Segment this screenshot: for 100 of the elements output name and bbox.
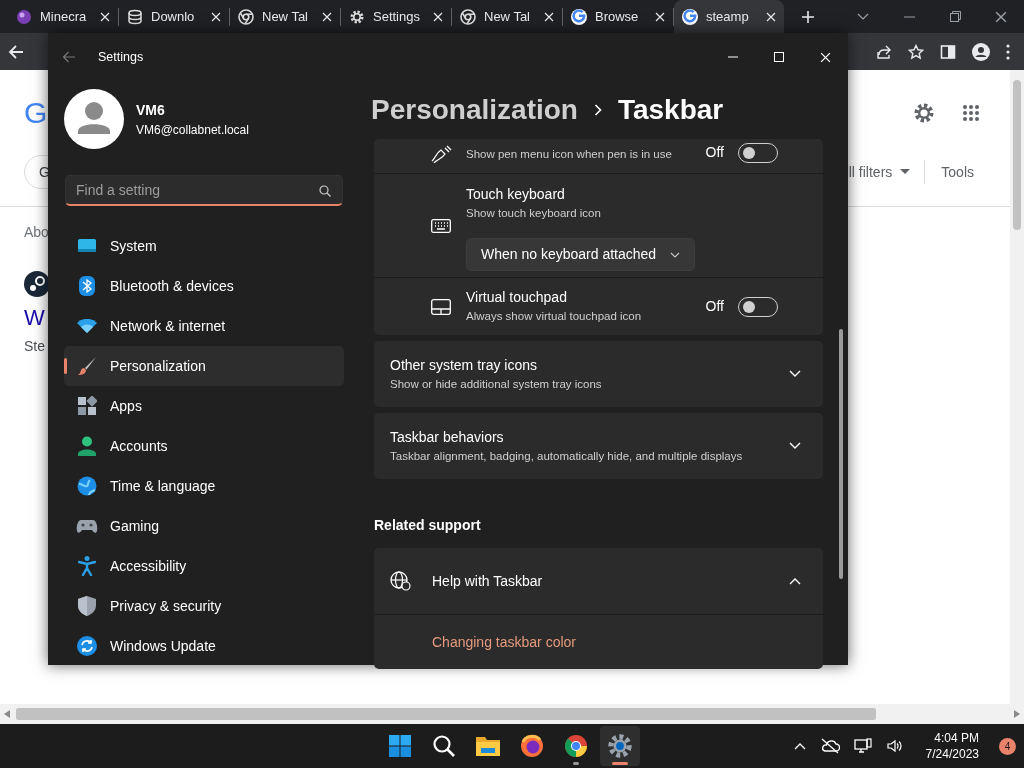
- chevron-up-icon[interactable]: [793, 742, 806, 750]
- nav-item[interactable]: Accessibility: [64, 546, 344, 586]
- browser-tab[interactable]: Settings: [341, 0, 451, 33]
- orb-icon: [16, 8, 32, 25]
- nav-item[interactable]: Privacy & security: [64, 586, 344, 626]
- globe-help-icon: [390, 571, 412, 591]
- google-icon: [571, 8, 587, 25]
- restore-icon[interactable]: [949, 11, 961, 22]
- start-icon: [388, 734, 412, 758]
- chevron-up-icon[interactable]: [789, 577, 801, 585]
- toggle-state-label: Off: [705, 143, 724, 162]
- expander-card[interactable]: Taskbar behaviors Taskbar alignment, badging, automatically hide, and multiple displays: [374, 413, 823, 479]
- share-icon[interactable]: [876, 43, 892, 60]
- toggle-state-label: Off: [705, 297, 724, 316]
- folder-icon: [475, 734, 501, 758]
- breadcrumb-link[interactable]: Personalization: [371, 89, 578, 131]
- tools-button[interactable]: Tools: [941, 161, 974, 183]
- setting-title: Touch keyboard: [466, 185, 566, 204]
- window-title: Settings: [98, 48, 144, 66]
- browser-tab[interactable]: Browse: [563, 0, 673, 33]
- setting-description: Taskbar alignment, badging, automatically hide, and multiple displays: [390, 448, 744, 464]
- caret-down-icon: [900, 169, 911, 175]
- chevron-right-icon: [593, 104, 602, 116]
- nav-item[interactable]: Time & language: [64, 466, 344, 506]
- minimize-icon[interactable]: [903, 15, 915, 18]
- browser-tab[interactable]: Minecra: [8, 0, 118, 33]
- setting-description: Show touch keyboard icon: [466, 206, 602, 221]
- globe-icon: [77, 476, 97, 496]
- browser-tab[interactable]: New Tal: [452, 0, 562, 33]
- nav-item[interactable]: System: [64, 226, 344, 266]
- setting-title: Other system tray icons: [390, 355, 539, 375]
- nav-item[interactable]: Windows Update: [64, 626, 344, 666]
- database-icon: [127, 8, 143, 25]
- browser-tab[interactable]: Downlo: [119, 0, 229, 33]
- user-name: VM6: [136, 100, 166, 120]
- keyboard-icon: [431, 218, 451, 233]
- monitor-icon: [77, 238, 97, 254]
- site-favicon: [24, 271, 50, 297]
- apps-grid-icon[interactable]: [962, 104, 980, 122]
- apps-grid-icon: [77, 396, 97, 416]
- menu-icon[interactable]: [1006, 43, 1010, 60]
- filters-button[interactable]: ll filters: [848, 161, 911, 183]
- setting-description: Show or hide additional system tray icons: [390, 376, 603, 392]
- star-icon[interactable]: [908, 43, 924, 60]
- nav-item[interactable]: Bluetooth & devices: [64, 266, 344, 306]
- refresh-icon: [77, 636, 97, 656]
- chrome-icon: [564, 734, 588, 758]
- profile-icon[interactable]: [972, 42, 990, 61]
- wifi-icon: [77, 319, 97, 333]
- notification-badge[interactable]: 4: [999, 737, 1016, 755]
- scroll-right-icon[interactable]: [1014, 710, 1020, 718]
- bluetooth-icon: [79, 276, 95, 296]
- setting-description: Show pen menu icon when pen is in use: [466, 146, 673, 162]
- scrollbar-thumb[interactable]: [1013, 80, 1021, 230]
- chrome-icon: [460, 8, 476, 25]
- settings-icon[interactable]: [912, 101, 936, 125]
- scrollbar-thumb[interactable]: [839, 329, 843, 579]
- side-panel-icon[interactable]: [940, 43, 956, 60]
- nav-item[interactable]: Accounts: [64, 426, 344, 466]
- result-source: Ste: [24, 337, 45, 356]
- clock-time: 4:04 PM: [934, 729, 979, 746]
- accessibility-icon: [78, 556, 96, 576]
- chrome-icon: [238, 8, 254, 25]
- shield-icon: [78, 596, 96, 616]
- chevron-down-icon: [670, 251, 681, 258]
- scrollbar-thumb[interactable]: [16, 708, 876, 720]
- game-controller-icon: [76, 518, 98, 534]
- nav-item[interactable]: Network & internet: [64, 306, 344, 346]
- expander-card[interactable]: Other system tray icons Show or hide additional system tray icons: [374, 341, 823, 407]
- browser-tab[interactable]: steamp: [674, 0, 784, 33]
- gear-icon: [607, 733, 633, 759]
- help-link[interactable]: Changing taskbar color: [432, 631, 576, 653]
- person-icon: [78, 436, 96, 456]
- setting-title: Virtual touchpad: [466, 288, 568, 308]
- close-icon[interactable]: [995, 10, 1007, 23]
- google-icon: [682, 8, 698, 25]
- results-info: Abo: [24, 223, 49, 242]
- volume-icon[interactable]: [885, 738, 902, 754]
- search-icon: [432, 734, 456, 758]
- scroll-left-icon[interactable]: [4, 710, 10, 718]
- maximize-icon[interactable]: [774, 52, 784, 62]
- gear-icon: [349, 8, 365, 25]
- chevron-down-icon[interactable]: [857, 12, 869, 21]
- setting-description: Always show virtual touchpad icon: [466, 309, 643, 325]
- page-title: Taskbar: [617, 93, 724, 127]
- setting-title: Taskbar behaviors: [390, 427, 505, 447]
- plus-icon: [801, 9, 815, 24]
- cloud-off-icon[interactable]: [819, 738, 840, 754]
- nav-item[interactable]: Apps: [64, 386, 344, 426]
- nav-item[interactable]: Gaming: [64, 506, 344, 546]
- network-icon[interactable]: [853, 738, 872, 754]
- nav-item[interactable]: Personalization: [64, 346, 344, 386]
- search-icon: [319, 185, 331, 197]
- clock-date: 7/24/2023: [925, 746, 979, 763]
- search-field[interactable]: Find a setting: [65, 175, 343, 206]
- section-heading: Related support: [374, 516, 482, 535]
- dropdown[interactable]: When no keyboard attached: [466, 238, 696, 272]
- logo-fragment[interactable]: G: [24, 98, 48, 128]
- result-title-link[interactable]: W: [24, 301, 45, 334]
- browser-tab[interactable]: New Tal: [230, 0, 340, 33]
